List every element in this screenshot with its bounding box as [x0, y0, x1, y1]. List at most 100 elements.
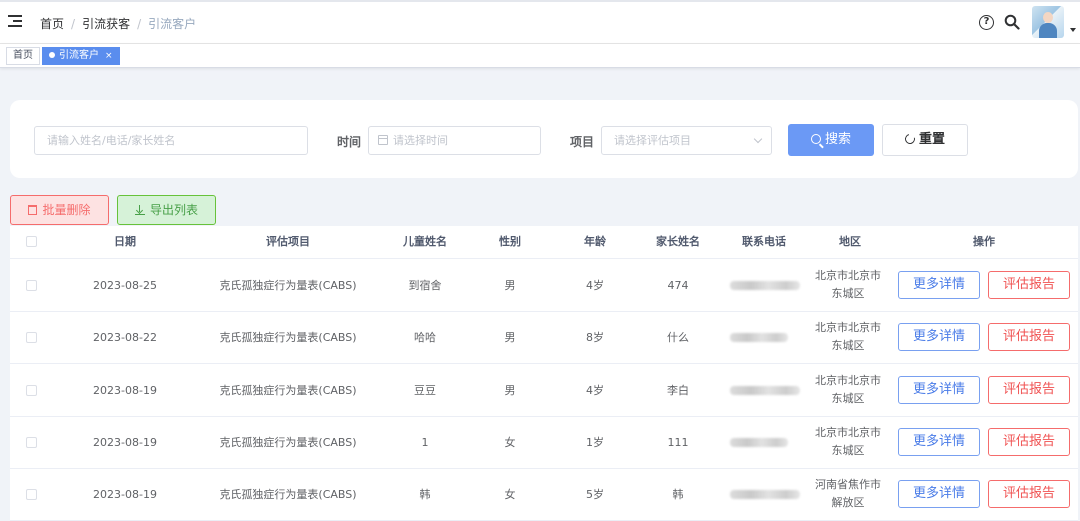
trash-icon — [28, 205, 38, 215]
help-icon[interactable]: ? — [979, 15, 994, 30]
tag-lead-customers[interactable]: 引流客户 × — [42, 47, 120, 65]
cell-project: 克氏孤独症行为量表(CABS) — [219, 331, 357, 345]
cell-gender: 女 — [504, 435, 516, 449]
cell-phone-redacted — [730, 281, 800, 290]
more-details-button[interactable]: 更多详情 — [898, 271, 980, 299]
menu-toggle-icon[interactable] — [8, 15, 22, 27]
filter-panel: 请输入姓名/电话/家长姓名 时间 请选择时间 项目 请选择评估项目 搜索 重置 — [10, 100, 1078, 178]
cell-age: 8岁 — [586, 331, 604, 345]
cell-date: 2023-08-25 — [93, 279, 157, 292]
project-select[interactable]: 请选择评估项目 — [601, 126, 772, 155]
cell-gender: 男 — [504, 383, 516, 397]
tag-close-icon[interactable]: × — [105, 51, 113, 61]
reset-button[interactable]: 重置 — [882, 124, 968, 156]
table-row: 2023-08-19 克氏孤独症行为量表(CABS) 1 女 1岁 111 北京… — [10, 417, 1078, 469]
breadcrumb-lead-gen[interactable]: 引流获客 — [82, 17, 130, 31]
download-icon — [134, 205, 145, 215]
cell-date: 2023-08-19 — [93, 383, 157, 397]
cell-parent-name: 李白 — [667, 383, 689, 397]
project-label: 项目 — [570, 135, 595, 149]
cell-date: 2023-08-22 — [93, 331, 157, 345]
cell-age: 1岁 — [586, 435, 604, 449]
col-region: 地区 — [839, 235, 861, 248]
assessment-report-button[interactable]: 评估报告 — [988, 480, 1070, 509]
table-row: 2023-08-19 克氏孤独症行为量表(CABS) 韩 女 5岁 韩 河南省焦… — [10, 469, 1078, 521]
cell-age: 4岁 — [586, 279, 604, 292]
breadcrumb-home[interactable]: 首页 — [40, 17, 64, 31]
cell-project: 克氏孤独症行为量表(CABS) — [219, 279, 357, 292]
assessment-report-button[interactable]: 评估报告 — [988, 427, 1070, 456]
caret-down-icon[interactable] — [1070, 28, 1076, 32]
cell-gender: 男 — [504, 279, 516, 292]
cell-region: 北京市北京市 东城区 — [815, 321, 881, 353]
cell-child-name: 豆豆 — [414, 383, 436, 397]
cell-region: 北京市北京市 东城区 — [815, 373, 881, 405]
cell-parent-name: 韩 — [672, 488, 684, 502]
cell-date: 2023-08-19 — [93, 488, 157, 502]
more-details-button[interactable]: 更多详情 — [898, 480, 980, 509]
cell-date: 2023-08-19 — [93, 435, 157, 449]
table-row: 2023-08-19 克氏孤独症行为量表(CABS) 豆豆 男 4岁 李白 北京… — [10, 365, 1078, 417]
table-header: 日期 评估项目 儿童姓名 性别 年龄 家长姓名 联系电话 地区 操作 — [10, 226, 1078, 259]
customer-table: 日期 评估项目 儿童姓名 性别 年龄 家长姓名 联系电话 地区 操作 2023-… — [10, 226, 1078, 521]
avatar[interactable] — [1032, 6, 1064, 38]
search-icon[interactable] — [1004, 14, 1020, 30]
cell-region: 北京市北京市 东城区 — [815, 425, 881, 457]
search-icon — [810, 134, 821, 144]
cell-phone-redacted — [730, 333, 788, 343]
assessment-report-button[interactable]: 评估报告 — [988, 375, 1070, 404]
col-phone: 联系电话 — [742, 235, 786, 248]
tag-home[interactable]: 首页 — [6, 47, 40, 65]
search-input[interactable]: 请输入姓名/电话/家长姓名 — [34, 126, 308, 155]
cell-child-name: 韩 — [419, 488, 431, 502]
row-checkbox[interactable] — [26, 280, 37, 291]
time-picker[interactable]: 请选择时间 — [368, 126, 541, 155]
tags-view-bar: 首页 引流客户 × — [0, 44, 1080, 68]
cell-phone-redacted — [730, 437, 788, 447]
col-child-name: 儿童姓名 — [403, 235, 447, 248]
select-all-checkbox[interactable] — [26, 236, 37, 247]
export-list-button[interactable]: 导出列表 — [117, 195, 216, 225]
row-checkbox[interactable] — [26, 384, 37, 396]
col-parent-name: 家长姓名 — [656, 235, 700, 248]
assessment-report-button[interactable]: 评估报告 — [988, 271, 1070, 299]
refresh-icon — [903, 132, 917, 146]
col-gender: 性别 — [499, 235, 521, 248]
more-details-button[interactable]: 更多详情 — [898, 323, 980, 352]
row-checkbox[interactable] — [26, 436, 37, 448]
cell-gender: 男 — [504, 331, 516, 345]
cell-project: 克氏孤独症行为量表(CABS) — [219, 383, 357, 397]
cell-project: 克氏孤独症行为量表(CABS) — [219, 435, 357, 449]
cell-age: 4岁 — [586, 383, 604, 397]
col-date: 日期 — [114, 235, 136, 248]
cell-age: 5岁 — [586, 488, 604, 502]
cell-child-name: 1 — [421, 435, 429, 449]
top-navbar: 首页 / 引流获客 / 引流客户 ? — [0, 0, 1080, 44]
table-row: 2023-08-22 克氏孤独症行为量表(CABS) 哈哈 男 8岁 什么 北京… — [10, 312, 1078, 365]
cell-region: 河南省焦作市 解放区 — [815, 478, 881, 510]
cell-parent-name: 474 — [667, 279, 689, 292]
more-details-button[interactable]: 更多详情 — [898, 375, 980, 404]
row-checkbox[interactable] — [26, 332, 37, 344]
cell-parent-name: 什么 — [667, 331, 689, 345]
cell-gender: 女 — [504, 488, 516, 502]
row-checkbox[interactable] — [26, 489, 37, 501]
chevron-down-icon — [753, 134, 763, 144]
table-row: 2023-08-25 克氏孤独症行为量表(CABS) 到宿舍 男 4岁 474 … — [10, 260, 1078, 312]
more-details-button[interactable]: 更多详情 — [898, 427, 980, 456]
time-label: 时间 — [337, 135, 362, 149]
breadcrumb-current: 引流客户 — [148, 17, 197, 31]
assessment-report-button[interactable]: 评估报告 — [988, 323, 1070, 352]
col-actions: 操作 — [973, 235, 995, 248]
calendar-icon — [378, 135, 388, 145]
cell-project: 克氏孤独症行为量表(CABS) — [219, 488, 357, 502]
cell-phone-redacted — [730, 490, 800, 500]
cell-region: 北京市北京市 东城区 — [815, 269, 881, 300]
search-button[interactable]: 搜索 — [788, 124, 874, 156]
batch-delete-button[interactable]: 批量删除 — [10, 195, 109, 225]
cell-child-name: 哈哈 — [414, 331, 436, 345]
cell-phone-redacted — [730, 385, 800, 395]
col-age: 年龄 — [584, 235, 606, 248]
cell-child-name: 到宿舍 — [408, 279, 442, 292]
col-project: 评估项目 — [266, 235, 310, 248]
